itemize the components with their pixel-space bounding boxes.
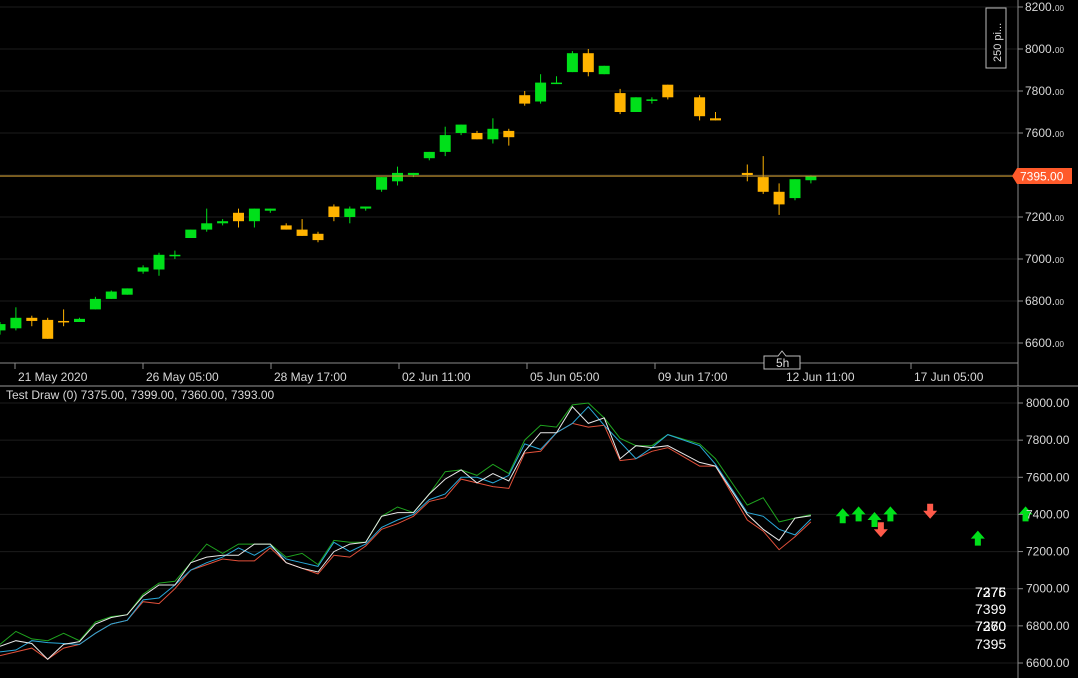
scale-indicator[interactable]: 250 pi...	[985, 7, 1007, 69]
price-badge-text: 7395.00	[1020, 170, 1064, 184]
candle-body	[392, 172, 403, 182]
candle-body	[439, 135, 451, 152]
candle	[566, 51, 578, 73]
candle-body	[551, 82, 562, 85]
candle-body	[280, 225, 292, 230]
time-x-tick-label: 12 Jun 11:00	[786, 370, 855, 384]
indicator-y-tick-label: 7400.00	[1026, 507, 1070, 521]
candle	[789, 179, 801, 201]
candle-body	[487, 128, 499, 140]
indicator-y-tick-label: 7800.00	[1026, 433, 1070, 447]
candle-body	[217, 221, 229, 224]
candle-body	[233, 212, 244, 222]
candle-body	[582, 53, 594, 73]
candle-body	[455, 124, 467, 133]
candle-body	[471, 133, 483, 140]
indicator-stacked-value: 7276	[975, 584, 1007, 600]
indicator-y-tick-label: 7000.00	[1026, 582, 1070, 596]
candle-body	[344, 208, 356, 217]
indicator-y-tick-label: 8000.00	[1026, 396, 1070, 410]
candle	[598, 65, 610, 75]
time-x-tick-label: 26 May 05:00	[146, 370, 219, 384]
candle-body	[360, 206, 372, 209]
candle-body	[376, 177, 388, 190]
candle-body	[137, 267, 149, 272]
candle	[121, 288, 133, 295]
candle-body	[89, 298, 101, 310]
price-y-tick-decimals: 00	[1055, 256, 1064, 265]
chart-canvas: 8200.008000.007800.007600.007400.007200.…	[0, 0, 1078, 678]
price-y-tick-decimals: 00	[1055, 340, 1064, 349]
candle-body	[423, 151, 435, 159]
price-y-tick-decimals: 00	[1055, 88, 1064, 97]
candle-body	[74, 318, 85, 322]
candle-body	[662, 84, 674, 98]
price-y-tick-decimals: 00	[1055, 298, 1064, 307]
candle-body	[694, 97, 706, 117]
candle	[105, 290, 117, 299]
indicator-y-tick-label: 7600.00	[1026, 470, 1070, 484]
candle	[376, 177, 388, 192]
candle	[630, 97, 642, 112]
time-x-tick-label: 09 Jun 17:00	[658, 370, 728, 384]
candle-body	[169, 254, 181, 257]
candle-body	[296, 229, 308, 236]
candle-body	[773, 191, 785, 205]
candle-body	[42, 319, 54, 339]
candle-body	[598, 65, 610, 75]
timeframe-marker-text: 5h	[776, 356, 789, 370]
candle-body	[630, 97, 642, 112]
time-x-tick-label: 28 May 17:00	[274, 370, 347, 384]
candle-body	[185, 229, 197, 238]
time-x-tick-label: 05 Jun 05:00	[530, 370, 600, 384]
time-x-tick-label: 17 Jun 05:00	[914, 370, 984, 384]
candle-body	[757, 177, 769, 192]
candle-body	[789, 179, 801, 199]
candle-body	[264, 208, 276, 211]
candle-body	[201, 223, 213, 230]
indicator-y-tick-label: 6800.00	[1026, 619, 1070, 633]
price-y-tick-decimals: 00	[1055, 214, 1064, 223]
candle-body	[646, 99, 658, 101]
indicator-y-tick-label: 6600.00	[1026, 656, 1070, 670]
candle-body	[407, 172, 419, 175]
candle-body	[58, 320, 70, 323]
candle-body	[0, 324, 6, 331]
candle-body	[519, 95, 531, 104]
candle-body	[26, 317, 38, 321]
candle-body	[153, 254, 165, 270]
candle	[42, 317, 54, 339]
candle-body	[105, 291, 117, 299]
indicator-title: Test Draw (0) 7375.00, 7399.00, 7360.00,…	[6, 388, 275, 402]
candle-body	[248, 208, 260, 222]
indicator-y-tick-label: 7200.00	[1026, 545, 1070, 559]
chart-background	[0, 0, 1078, 678]
candle	[662, 84, 674, 100]
candle-body	[535, 82, 547, 102]
candle-body	[710, 118, 721, 121]
candle-body	[741, 172, 753, 175]
indicator-stacked-value: 7399	[975, 601, 1007, 617]
candle-body	[328, 206, 340, 217]
price-y-tick-decimals: 00	[1055, 4, 1064, 13]
indicator-stacked-value: 7395	[975, 636, 1007, 652]
candle-body	[614, 93, 626, 112]
candle-body	[566, 53, 578, 73]
candle-body	[805, 176, 817, 181]
candle-body	[10, 317, 22, 329]
price-y-tick-decimals: 00	[1055, 46, 1064, 55]
price-y-tick-decimals: 00	[1055, 130, 1064, 139]
indicator-stacked-value: 7270	[975, 618, 1007, 634]
time-x-tick-label: 02 Jun 11:00	[402, 370, 471, 384]
scale-indicator-text: 250 pi...	[992, 23, 1004, 62]
candle-body	[503, 130, 515, 138]
candle-body	[312, 233, 324, 241]
current-price-badge: 7395.00	[1012, 168, 1072, 185]
time-x-tick-label: 21 May 2020	[18, 370, 88, 384]
candle	[185, 229, 197, 238]
candle-body	[121, 288, 133, 295]
